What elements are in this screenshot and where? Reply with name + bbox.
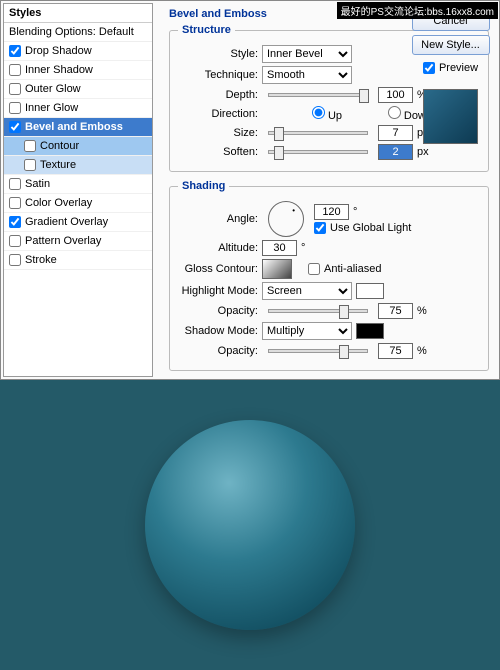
checkbox-gradient-overlay[interactable] (9, 216, 21, 228)
size-label: Size: (178, 127, 258, 139)
preview-check[interactable] (423, 62, 435, 74)
highlight-color[interactable] (356, 283, 384, 299)
style-color-overlay[interactable]: Color Overlay (4, 194, 152, 213)
style-inner-shadow[interactable]: Inner Shadow (4, 61, 152, 80)
structure-legend: Structure (178, 24, 235, 36)
size-slider[interactable] (268, 131, 368, 135)
shadow-select[interactable]: Multiply (262, 322, 352, 340)
angle-label: Angle: (178, 213, 258, 225)
style-stroke[interactable]: Stroke (4, 251, 152, 270)
checkbox-drop-shadow[interactable] (9, 45, 21, 57)
checkbox-outer-glow[interactable] (9, 83, 21, 95)
opacity2-slider[interactable] (268, 349, 368, 353)
style-drop-shadow[interactable]: Drop Shadow (4, 42, 152, 61)
style-texture[interactable]: Texture (4, 156, 152, 175)
style-inner-glow[interactable]: Inner Glow (4, 99, 152, 118)
style-contour[interactable]: Contour (4, 137, 152, 156)
gloss-contour-picker[interactable] (262, 259, 292, 279)
checkbox-stroke[interactable] (9, 254, 21, 266)
layer-style-dialog: Styles Blending Options: Default Drop Sh… (0, 0, 500, 380)
altitude-label: Altitude: (178, 242, 258, 254)
checkbox-bevel[interactable] (9, 121, 21, 133)
angle-input[interactable] (314, 204, 349, 220)
opacity1-input[interactable] (378, 303, 413, 319)
style-satin[interactable]: Satin (4, 175, 152, 194)
shadow-color[interactable] (356, 323, 384, 339)
style-gradient-overlay[interactable]: Gradient Overlay (4, 213, 152, 232)
checkbox-texture[interactable] (24, 159, 36, 171)
gloss-label: Gloss Contour: (178, 263, 258, 275)
opacity2-input[interactable] (378, 343, 413, 359)
global-light-check[interactable] (314, 222, 326, 234)
rendered-sphere (145, 420, 355, 630)
technique-select[interactable]: Smooth (262, 66, 352, 84)
direction-label: Direction: (178, 108, 258, 120)
technique-label: Technique: (178, 69, 258, 81)
style-label: Style: (178, 48, 258, 60)
opacity2-label: Opacity: (178, 345, 258, 357)
style-bevel-emboss[interactable]: Bevel and Emboss (4, 118, 152, 137)
preview-swatch (423, 89, 478, 144)
style-pattern-overlay[interactable]: Pattern Overlay (4, 232, 152, 251)
opacity1-slider[interactable] (268, 309, 368, 313)
checkbox-pattern-overlay[interactable] (9, 235, 21, 247)
checkbox-inner-glow[interactable] (9, 102, 21, 114)
dir-up[interactable]: Up (262, 106, 342, 122)
shadow-label: Shadow Mode: (178, 325, 258, 337)
checkbox-contour[interactable] (24, 140, 36, 152)
antialiased-check[interactable] (308, 263, 320, 275)
depth-slider[interactable] (268, 93, 368, 97)
highlight-select[interactable]: Screen (262, 282, 352, 300)
checkbox-satin[interactable] (9, 178, 21, 190)
watermark-text: 最好的PS交流论坛:bbs.16xx8.com (337, 2, 498, 19)
opacity1-label: Opacity: (178, 305, 258, 317)
angle-dial[interactable] (268, 201, 304, 237)
soften-slider[interactable] (268, 150, 368, 154)
shading-group: Shading Angle:°Use Global Light Altitude… (169, 180, 489, 371)
style-select[interactable]: Inner Bevel (262, 45, 352, 63)
styles-header[interactable]: Styles (4, 4, 152, 23)
result-canvas (0, 380, 500, 670)
checkbox-inner-shadow[interactable] (9, 64, 21, 76)
new-style-button[interactable]: New Style... (412, 35, 490, 55)
shading-legend: Shading (178, 180, 229, 192)
style-outer-glow[interactable]: Outer Glow (4, 80, 152, 99)
soften-label: Soften: (178, 146, 258, 158)
blending-options[interactable]: Blending Options: Default (4, 23, 152, 42)
checkbox-color-overlay[interactable] (9, 197, 21, 209)
depth-label: Depth: (178, 89, 258, 101)
highlight-label: Highlight Mode: (178, 285, 258, 297)
styles-list-panel: Styles Blending Options: Default Drop Sh… (3, 3, 153, 377)
altitude-input[interactable] (262, 240, 297, 256)
right-button-panel: Cancel New Style... Preview (408, 7, 493, 148)
